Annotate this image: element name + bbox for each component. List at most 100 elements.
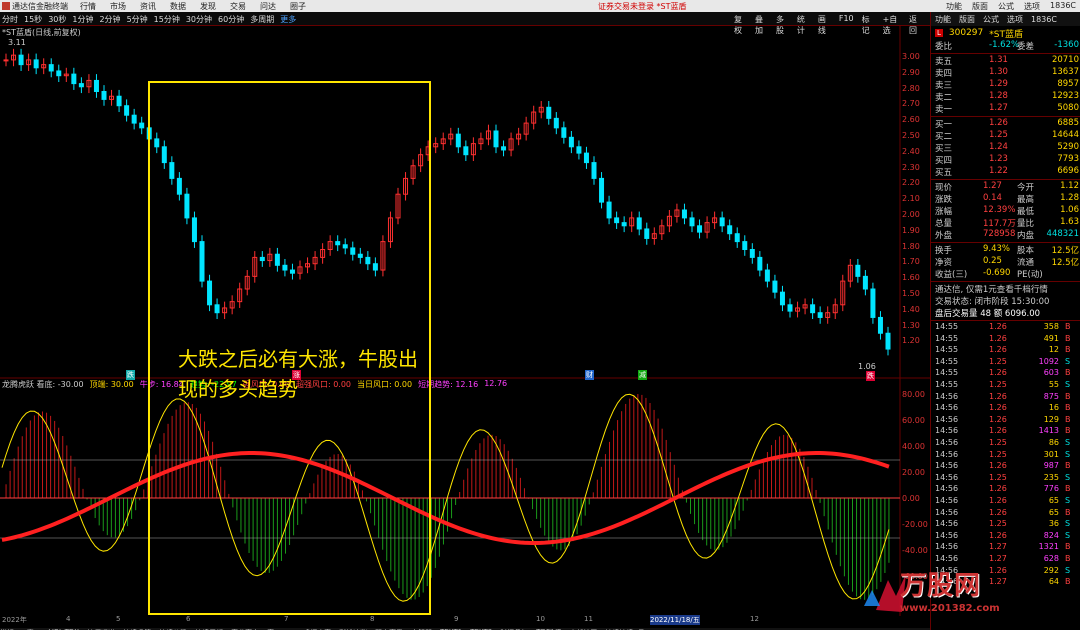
price-tick-label: 2.80 xyxy=(902,83,920,93)
chart-area[interactable]: *ST蓝盾(日线,前复权) 3.11 1.06 3.00 2.90 2.80 2.70… xyxy=(0,26,930,630)
tick-row: 14:55 1.26 358 B xyxy=(931,322,1080,334)
tick-field: 1.26 xyxy=(989,461,1007,471)
candle-body xyxy=(734,233,740,243)
tick-row: 14:56 1.26 776 B xyxy=(931,484,1080,496)
quote-row: 涨幅 12.39% 最低 1.06 xyxy=(931,205,1080,217)
tick-field: S xyxy=(1065,530,1071,540)
row-price: 1.27 xyxy=(989,103,1008,113)
candle-body xyxy=(644,228,650,239)
price-tick-label: 3.00 xyxy=(902,52,920,61)
tick-field: B xyxy=(1065,333,1071,343)
candle-body xyxy=(131,114,137,124)
ratio-text: 委比 xyxy=(935,42,953,52)
period-more[interactable]: 更多 xyxy=(280,14,296,25)
tick-field: B xyxy=(1065,542,1071,552)
period-30s[interactable]: 30秒 xyxy=(48,14,66,25)
menu-item-market[interactable]: 市场 xyxy=(110,1,126,12)
bid-row[interactable]: 买二 1.25 14644 xyxy=(931,130,1080,142)
ask-row[interactable]: 卖三 1.29 8957 xyxy=(931,79,1080,91)
tick-field: 14:56 xyxy=(935,449,959,459)
indicator-tick-label: 60.00 xyxy=(902,416,925,425)
candle-body xyxy=(93,79,99,92)
bid-row[interactable]: 买五 1.22 6696 xyxy=(931,166,1080,178)
quote-field: 最低 xyxy=(1017,207,1035,217)
candle-body xyxy=(561,127,567,138)
period-15m[interactable]: 15分钟 xyxy=(154,14,180,25)
tick-row: 14:56 1.27 1321 B xyxy=(931,542,1080,554)
period-60m[interactable]: 60分钟 xyxy=(218,14,244,25)
notice-notice2: 交易状态: 闭市阶段 15:30:00 xyxy=(931,295,1080,307)
menu-item-function[interactable]: 功能 xyxy=(946,1,962,12)
notice-notice1[interactable]: 通达信, 仅需1元查看千档行情 xyxy=(931,283,1080,295)
candle-body xyxy=(772,280,778,293)
ask-row[interactable]: 卖五 1.31 20710 xyxy=(931,55,1080,67)
quote-field: -0.690 xyxy=(983,268,1011,278)
candle-body xyxy=(139,122,145,129)
menu-item-circle[interactable]: 圈子 xyxy=(290,1,306,12)
ask-row[interactable]: 卖四 1.30 13637 xyxy=(931,67,1080,79)
bid-row[interactable]: 买一 1.26 6885 xyxy=(931,118,1080,130)
menu-item-options[interactable]: 选项 xyxy=(1024,1,1040,12)
tick-field: 129 xyxy=(1043,414,1059,424)
stock-header: L 300297 *ST蓝盾 xyxy=(931,26,1080,40)
tick-row: 14:56 1.25 301 S xyxy=(931,450,1080,462)
tick-field: 776 xyxy=(1043,484,1059,494)
login-status[interactable]: 证券交易未登录 *ST蓝盾 xyxy=(598,1,687,12)
menu-item-trade[interactable]: 交易 xyxy=(230,1,246,12)
menu-item-data[interactable]: 数据 xyxy=(170,1,186,12)
period-2m[interactable]: 2分钟 xyxy=(99,14,120,25)
indicator-tick-label: 20.00 xyxy=(902,468,925,477)
candle-body xyxy=(787,304,793,312)
bid-row[interactable]: 买四 1.23 7793 xyxy=(931,154,1080,166)
panel-tab-function[interactable]: 功能 xyxy=(935,14,951,25)
period-1m[interactable]: 1分钟 xyxy=(72,14,93,25)
menu-item-quotes[interactable]: 行情 xyxy=(80,1,96,12)
bid-row[interactable]: 买三 1.24 5290 xyxy=(931,142,1080,154)
chart-title: *ST蓝盾(日线,前复权) xyxy=(2,28,81,37)
tick-field: 1.26 xyxy=(989,322,1007,331)
menu-item-news[interactable]: 资讯 xyxy=(140,1,156,12)
tick-field: 14:56 xyxy=(935,554,959,563)
period-5m[interactable]: 5分钟 xyxy=(127,14,148,25)
panel-tab-options[interactable]: 选项 xyxy=(1007,14,1023,25)
candle-body xyxy=(568,136,574,148)
period-multi[interactable]: 多周期 xyxy=(250,14,274,25)
period-30m[interactable]: 30分钟 xyxy=(186,14,212,25)
row-price: 1.25 xyxy=(989,130,1008,140)
menu-item-layout[interactable]: 版面 xyxy=(972,1,988,12)
panel-tab-formula[interactable]: 公式 xyxy=(983,14,999,25)
tick-field: 14:56 xyxy=(935,461,959,471)
ask-row[interactable]: 卖二 1.28 12923 xyxy=(931,91,1080,103)
quote-field: 内盘 xyxy=(1017,231,1035,241)
l-badge: L xyxy=(935,29,943,37)
tick-field: 14:56 xyxy=(935,403,959,413)
candle-body xyxy=(71,73,77,85)
watermark-url: www.201382.com xyxy=(900,603,1000,614)
candle-body xyxy=(101,91,107,100)
quote-row: 收益(三) -0.690 PE(动) xyxy=(931,268,1080,280)
panel-tabs: 功能 版面 公式 选项 1836C xyxy=(931,12,1080,26)
date-axis-label: 7 xyxy=(284,615,289,623)
tick-field: 1.25 xyxy=(989,519,1007,529)
tick-row: 14:55 1.25 1092 S xyxy=(931,357,1080,369)
menu-item-formula[interactable]: 公式 xyxy=(998,1,1014,12)
tick-field: 12 xyxy=(1048,345,1059,355)
tick-field: 1.27 xyxy=(989,554,1007,563)
menu-item-ask[interactable]: 问达 xyxy=(260,1,276,12)
kline-chart[interactable] xyxy=(0,26,930,630)
period-15s[interactable]: 15秒 xyxy=(24,14,42,25)
panel-tab-layout[interactable]: 版面 xyxy=(959,14,975,25)
indicator-legend: 龙腾虎跃 看底: -30.00 顶端: 30.00 牛步: 16.84 趋势: -22… xyxy=(0,379,900,391)
candle-body xyxy=(885,332,891,350)
tick-field: 1.26 xyxy=(989,368,1007,378)
period-intraday[interactable]: 分时 xyxy=(2,14,18,25)
tick-field: 14:56 xyxy=(935,438,959,447)
ask-row[interactable]: 卖一 1.27 5080 xyxy=(931,103,1080,115)
quote-field: 0.25 xyxy=(983,256,1002,266)
tick-field: 1.25 xyxy=(989,472,1007,482)
menu-item-discover[interactable]: 发现 xyxy=(200,1,216,12)
tick-field: S xyxy=(1065,519,1071,529)
candle-body xyxy=(455,133,461,148)
tick-field: 1.26 xyxy=(989,496,1007,505)
date-axis-label: 2022/11/18/五 xyxy=(650,615,700,625)
